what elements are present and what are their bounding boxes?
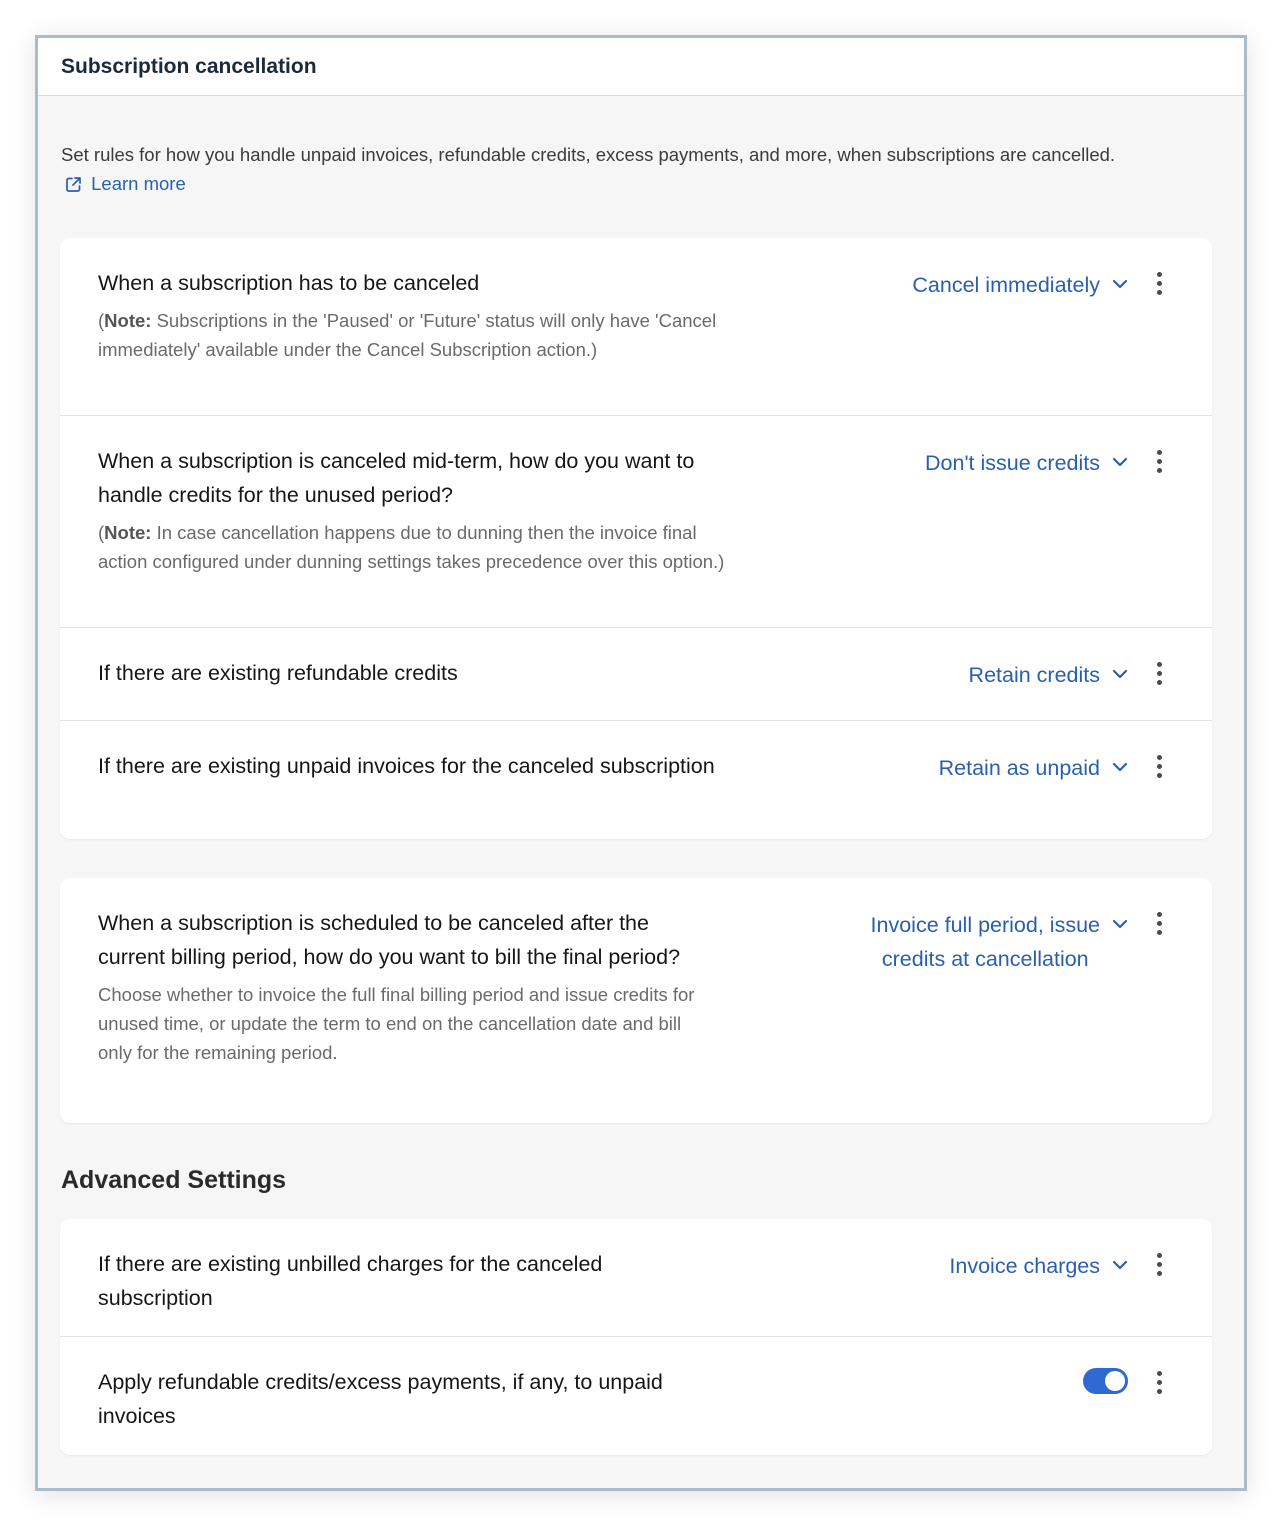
rule-title: If there are existing unbilled charges f…	[98, 1252, 603, 1310]
kebab-menu-icon[interactable]	[1148, 658, 1170, 688]
chevron-down-icon	[1112, 279, 1128, 289]
rule-note: (Note: Subscriptions in the 'Paused' or …	[98, 310, 717, 360]
mid-term-credits-dropdown[interactable]: Don't issue credits	[925, 446, 1128, 480]
intro-description: Set rules for how you handle unpaid invo…	[61, 144, 1116, 165]
kebab-menu-icon[interactable]	[1148, 751, 1170, 781]
rule-title: If there are existing refundable credits	[98, 661, 458, 685]
kebab-menu-icon[interactable]	[1148, 268, 1170, 298]
dropdown-value: Invoice charges	[949, 1254, 1100, 1278]
external-link-icon	[66, 177, 81, 192]
chevron-down-icon	[1112, 457, 1128, 467]
final-period-billing-card: When a subscription is scheduled to be c…	[60, 878, 1212, 1123]
toggle-knob	[1105, 1371, 1125, 1391]
chevron-down-icon	[1112, 669, 1128, 679]
unbilled-charges-dropdown[interactable]: Invoice charges	[949, 1249, 1128, 1283]
dropdown-value: Invoice full period, issue credits at ca…	[870, 913, 1100, 971]
kebab-menu-icon[interactable]	[1148, 446, 1170, 476]
kebab-menu-icon[interactable]	[1148, 1249, 1170, 1279]
rule-title: When a subscription has to be canceled	[98, 271, 480, 295]
dropdown-value: Cancel immediately	[912, 273, 1100, 297]
dropdown-value: Don't issue credits	[925, 451, 1100, 475]
rule-row-apply-credits: Apply refundable credits/excess payments…	[60, 1337, 1212, 1455]
learn-more-link[interactable]: Learn more	[91, 173, 186, 194]
panel-title: Subscription cancellation	[61, 54, 317, 78]
rule-title: When a subscription is scheduled to be c…	[98, 911, 681, 969]
final-period-billing-dropdown[interactable]: Invoice full period, issue credits at ca…	[871, 908, 1128, 976]
cancellation-rules-card: When a subscription has to be canceled (…	[60, 238, 1212, 839]
kebab-menu-icon[interactable]	[1148, 1367, 1170, 1397]
chevron-down-icon	[1112, 919, 1128, 929]
rule-row-final-period-billing: When a subscription is scheduled to be c…	[60, 878, 1212, 1123]
advanced-settings-heading: Advanced Settings	[61, 1166, 287, 1194]
rule-row-unpaid-invoices: If there are existing unpaid invoices fo…	[60, 721, 1212, 839]
apply-credits-toggle[interactable]	[1083, 1368, 1128, 1394]
kebab-menu-icon[interactable]	[1148, 908, 1170, 938]
rule-row-refundable-credits: If there are existing refundable credits…	[60, 628, 1212, 721]
settings-panel: Subscription cancellation Set rules for …	[35, 35, 1247, 1491]
intro-text: Set rules for how you handle unpaid invo…	[38, 96, 1168, 198]
chevron-down-icon	[1112, 1260, 1128, 1270]
dropdown-value: Retain credits	[968, 663, 1100, 687]
rule-row-mid-term-credits: When a subscription is canceled mid-term…	[60, 416, 1212, 628]
rule-title: Apply refundable credits/excess payments…	[98, 1370, 663, 1428]
cancel-timing-dropdown[interactable]: Cancel immediately	[912, 268, 1128, 302]
advanced-settings-card: If there are existing unbilled charges f…	[60, 1219, 1212, 1455]
rule-row-unbilled-charges: If there are existing unbilled charges f…	[60, 1219, 1212, 1337]
dropdown-value: Retain as unpaid	[938, 756, 1100, 780]
unpaid-invoices-dropdown[interactable]: Retain as unpaid	[939, 751, 1128, 785]
rule-note: Choose whether to invoice the full final…	[98, 984, 695, 1063]
rule-title: When a subscription is canceled mid-term…	[98, 449, 695, 507]
panel-header: Subscription cancellation	[38, 38, 1244, 96]
rule-row-cancel-timing: When a subscription has to be canceled (…	[60, 238, 1212, 416]
rule-note: (Note: In case cancellation happens due …	[98, 522, 725, 572]
refundable-credits-dropdown[interactable]: Retain credits	[969, 658, 1128, 692]
rule-title: If there are existing unpaid invoices fo…	[98, 754, 715, 778]
chevron-down-icon	[1112, 762, 1128, 772]
